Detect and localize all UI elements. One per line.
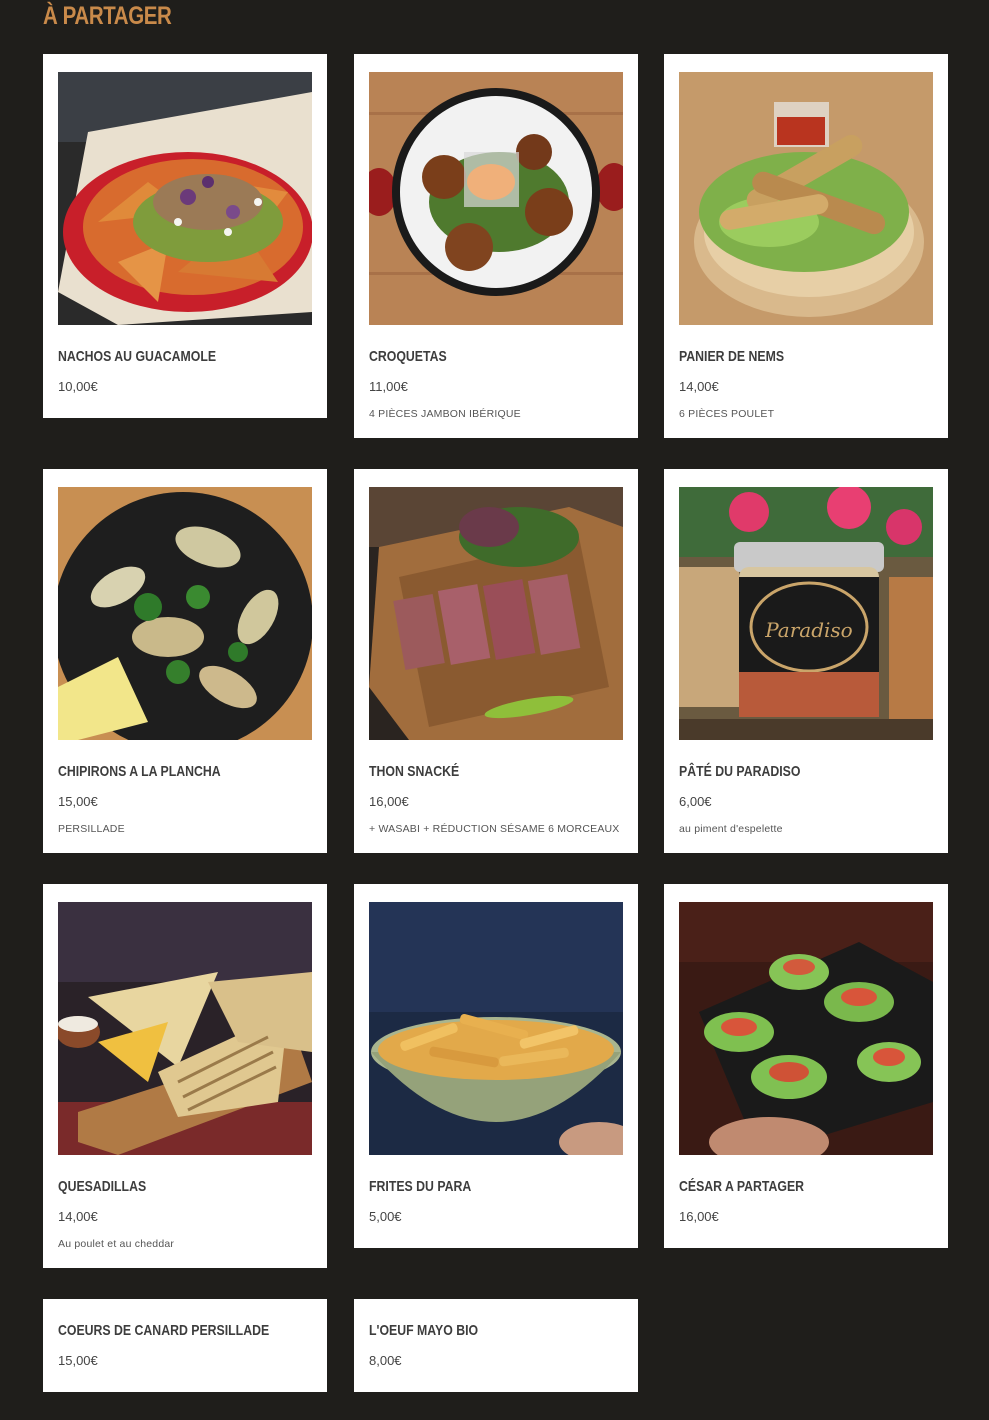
item-price: 11,00€ xyxy=(369,379,408,394)
item-description: PERSILLADE xyxy=(58,823,125,835)
item-description: 6 PIÈCES POULET xyxy=(679,408,775,420)
chipirons-photo xyxy=(58,487,312,740)
item-name: CÉSAR A PARTAGER xyxy=(679,1178,805,1195)
menu-card-cesar[interactable]: CÉSAR A PARTAGER 16,00€ xyxy=(664,884,948,1248)
item-name: PANIER DE NEMS xyxy=(679,348,785,365)
item-description: Au poulet et au cheddar xyxy=(58,1238,175,1250)
item-description: 4 PIÈCES JAMBON IBÉRIQUE xyxy=(369,408,521,420)
menu-card-oeuf-mayo[interactable]: L'OEUF MAYO BIO 8,00€ xyxy=(354,1299,638,1392)
menu-card-croquetas[interactable]: CROQUETAS 11,00€ 4 PIÈCES JAMBON IBÉRIQU… xyxy=(354,54,638,438)
quesadillas-photo xyxy=(58,902,312,1155)
item-name: CROQUETAS xyxy=(369,348,447,365)
menu-card-frites[interactable]: FRITES DU PARA 5,00€ xyxy=(354,884,638,1248)
section-title: À PARTAGER xyxy=(43,2,172,30)
item-price: 15,00€ xyxy=(58,794,98,809)
jar-label: Paradiso xyxy=(764,618,852,642)
item-price: 15,00€ xyxy=(58,1353,98,1368)
item-price: 8,00€ xyxy=(369,1353,402,1368)
thon-photo xyxy=(369,487,623,740)
item-price: 16,00€ xyxy=(679,1209,719,1224)
item-price: 14,00€ xyxy=(679,379,719,394)
menu-card-nachos[interactable]: NACHOS AU GUACAMOLE 10,00€ xyxy=(43,54,327,418)
croquetas-photo xyxy=(369,72,623,325)
item-name: THON SNACKÉ xyxy=(369,763,460,780)
menu-card-coeurs-canard[interactable]: COEURS DE CANARD PERSILLADE 15,00€ xyxy=(43,1299,327,1392)
menu-card-pate[interactable]: Paradiso PÂTÉ DU PARADISO 6,00€ au pimen… xyxy=(664,469,948,853)
item-name: L'OEUF MAYO BIO xyxy=(369,1322,479,1339)
pate-photo: Paradiso xyxy=(679,487,933,740)
item-description: au piment d'espelette xyxy=(679,823,783,835)
item-name: NACHOS AU GUACAMOLE xyxy=(58,348,217,365)
menu-card-thon[interactable]: THON SNACKÉ 16,00€ + WASABI + RÉDUCTION … xyxy=(354,469,638,853)
nems-photo xyxy=(679,72,933,325)
item-name: FRITES DU PARA xyxy=(369,1178,472,1195)
item-name: COEURS DE CANARD PERSILLADE xyxy=(58,1322,270,1339)
item-price: 14,00€ xyxy=(58,1209,98,1224)
item-price: 10,00€ xyxy=(58,379,98,394)
menu-card-chipirons[interactable]: CHIPIRONS A LA PLANCHA 15,00€ PERSILLADE xyxy=(43,469,327,853)
item-name: QUESADILLAS xyxy=(58,1178,147,1195)
frites-photo xyxy=(369,902,623,1155)
cesar-photo xyxy=(679,902,933,1155)
nachos-photo xyxy=(58,72,312,325)
item-name: CHIPIRONS A LA PLANCHA xyxy=(58,763,221,780)
item-price: 6,00€ xyxy=(679,794,712,809)
item-description: + WASABI + RÉDUCTION SÉSAME 6 MORCEAUX xyxy=(369,823,620,835)
item-price: 5,00€ xyxy=(369,1209,402,1224)
item-price: 16,00€ xyxy=(369,794,409,809)
menu-card-nems[interactable]: PANIER DE NEMS 14,00€ 6 PIÈCES POULET xyxy=(664,54,948,438)
item-name: PÂTÉ DU PARADISO xyxy=(679,763,801,780)
menu-card-quesadillas[interactable]: QUESADILLAS 14,00€ Au poulet et au chedd… xyxy=(43,884,327,1268)
